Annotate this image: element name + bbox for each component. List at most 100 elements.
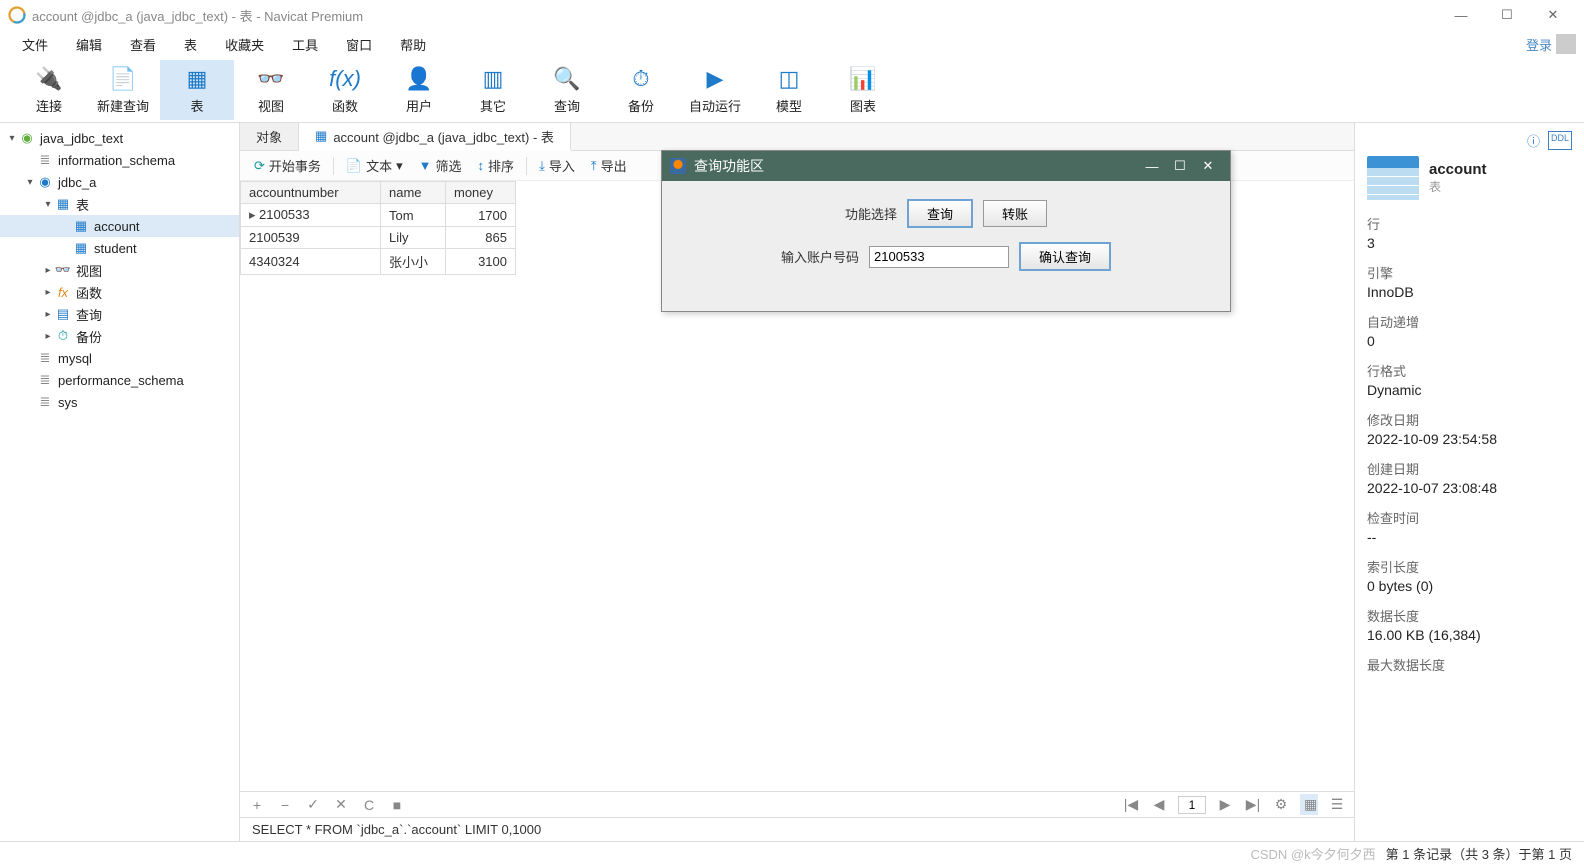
tree-item-java_jdbc_text[interactable]: ▾◉java_jdbc_text: [0, 127, 239, 149]
tree-item-备份[interactable]: ▸⏱备份: [0, 325, 239, 347]
toolbar-plug[interactable]: 🔌连接: [12, 60, 86, 120]
account-input-label: 输入账户号码: [781, 247, 859, 266]
menu-file[interactable]: 文件: [8, 31, 62, 58]
toolbar-auto[interactable]: ▶自动运行: [678, 60, 752, 120]
dialog-max-button[interactable]: ☐: [1166, 158, 1194, 174]
caret-icon[interactable]: ▾: [24, 177, 36, 188]
account-input[interactable]: [869, 246, 1009, 268]
menu-edit[interactable]: 编辑: [62, 31, 116, 58]
col-money[interactable]: money: [446, 182, 516, 204]
text-button[interactable]: 📄文本 ▾: [340, 154, 409, 177]
next-page-button[interactable]: ▶: [1216, 796, 1234, 813]
menu-tools[interactable]: 工具: [278, 31, 332, 58]
stop-button[interactable]: ■: [388, 797, 406, 813]
tree-item-account[interactable]: ▦account: [0, 215, 239, 237]
info-panel: ⓘ DDL account 表 行3引擎InnoDB自动递增0行格式Dynami…: [1354, 123, 1584, 841]
confirm-query-button[interactable]: 确认查询: [1019, 242, 1111, 271]
delete-row-button[interactable]: −: [276, 797, 294, 813]
caret-icon[interactable]: ▾: [6, 133, 18, 144]
tree-item-表[interactable]: ▾▦表: [0, 193, 239, 215]
view-icon: 👓: [54, 262, 72, 278]
tab-account-table[interactable]: ▦ account @jdbc_a (java_jdbc_text) - 表: [299, 123, 571, 151]
toolbar-user[interactable]: 👤用户: [382, 60, 456, 120]
tree-item-函数[interactable]: ▸fx函数: [0, 281, 239, 303]
cancel-button[interactable]: ✕: [332, 796, 350, 813]
settings-button[interactable]: ⚙: [1272, 796, 1290, 813]
page-input[interactable]: [1178, 796, 1206, 814]
maximize-button[interactable]: ☐: [1484, 0, 1530, 30]
tree-item-mysql[interactable]: ≣mysql: [0, 347, 239, 369]
avatar-icon[interactable]: [1556, 34, 1576, 54]
toolbar-chart[interactable]: 📊图表: [826, 60, 900, 120]
refresh-button[interactable]: C: [360, 797, 378, 813]
main-toolbar: 🔌连接📄新建查询▦表👓视图f(x)函数👤用户▥其它🔍查询⏱备份▶自动运行◫模型📊…: [0, 58, 1584, 123]
menu-window[interactable]: 窗口: [332, 31, 386, 58]
toolbar-query[interactable]: 🔍查询: [530, 60, 604, 120]
last-page-button[interactable]: ▶|: [1244, 796, 1262, 813]
menu-table[interactable]: 表: [170, 31, 211, 58]
ddl-icon[interactable]: DDL: [1548, 131, 1572, 150]
tree-item-performance_schema[interactable]: ≣performance_schema: [0, 369, 239, 391]
table-row[interactable]: ▸2100533Tom1700: [241, 204, 516, 227]
toolbar-fx[interactable]: f(x)函数: [308, 60, 382, 120]
toolbar-backup[interactable]: ⏱备份: [604, 60, 678, 120]
caret-icon[interactable]: ▾: [42, 199, 54, 210]
info-title: account: [1429, 161, 1487, 178]
tree-item-查询[interactable]: ▸▤查询: [0, 303, 239, 325]
tree-item-information_schema[interactable]: ≣information_schema: [0, 149, 239, 171]
menu-fav[interactable]: 收藏夹: [211, 31, 278, 58]
caret-icon[interactable]: ▸: [42, 287, 54, 298]
toolbar-model[interactable]: ◫模型: [752, 60, 826, 120]
menubar: 文件 编辑 查看 表 收藏夹 工具 窗口 帮助 登录: [0, 30, 1584, 58]
toolbar-table[interactable]: ▦表: [160, 60, 234, 120]
filter-button[interactable]: ▼筛选: [413, 154, 468, 177]
data-grid[interactable]: accountnumbernamemoney▸2100533Tom1700210…: [240, 181, 516, 275]
connection-tree[interactable]: ▾◉java_jdbc_text≣information_schema▾◉jdb…: [0, 123, 240, 841]
prev-page-button[interactable]: ◀: [1150, 796, 1168, 813]
query-button[interactable]: 查询: [907, 199, 973, 228]
toolbar-other[interactable]: ▥其它: [456, 60, 530, 120]
minimize-button[interactable]: —: [1438, 0, 1484, 30]
tree-item-视图[interactable]: ▸👓视图: [0, 259, 239, 281]
dialog-min-button[interactable]: —: [1138, 159, 1166, 174]
first-page-button[interactable]: |◀: [1122, 796, 1140, 813]
dialog-close-button[interactable]: ✕: [1194, 158, 1222, 174]
info-subtitle: 表: [1429, 178, 1487, 195]
table-icon: ▦: [72, 240, 90, 256]
close-button[interactable]: ✕: [1530, 0, 1576, 30]
caret-icon[interactable]: ▸: [42, 331, 54, 342]
form-view-button[interactable]: ☰: [1328, 796, 1346, 813]
info-索引长度: 索引长度0 bytes (0): [1367, 557, 1572, 594]
table-icon: ▦: [315, 128, 327, 144]
add-row-button[interactable]: +: [248, 797, 266, 813]
grid-view-button[interactable]: ▦: [1300, 794, 1318, 815]
content-tabs: 对象 ▦ account @jdbc_a (java_jdbc_text) - …: [240, 123, 1354, 151]
export-button[interactable]: ⤒导出: [585, 154, 633, 177]
toolbar-view[interactable]: 👓视图: [234, 60, 308, 120]
commit-button[interactable]: ✓: [304, 796, 322, 813]
toolbar-sheet[interactable]: 📄新建查询: [86, 60, 160, 120]
caret-icon[interactable]: ▸: [42, 265, 54, 276]
tree-item-sys[interactable]: ≣sys: [0, 391, 239, 413]
info-icon[interactable]: ⓘ: [1527, 131, 1540, 150]
dialog-titlebar[interactable]: 查询功能区 — ☐ ✕: [662, 151, 1230, 181]
caret-icon[interactable]: ▸: [42, 309, 54, 320]
col-accountnumber[interactable]: accountnumber: [241, 182, 381, 204]
col-name[interactable]: name: [381, 182, 446, 204]
menu-help[interactable]: 帮助: [386, 31, 440, 58]
transfer-button[interactable]: 转账: [983, 200, 1047, 227]
tree-item-student[interactable]: ▦student: [0, 237, 239, 259]
fx-icon: fx: [54, 284, 72, 300]
import-icon: ⤓: [539, 158, 545, 174]
begin-transaction-button[interactable]: ⟳开始事务: [248, 154, 327, 177]
login-link[interactable]: 登录: [1526, 35, 1552, 54]
tab-objects[interactable]: 对象: [240, 123, 299, 150]
table-row[interactable]: 4340324张小小3100: [241, 249, 516, 275]
info-自动递增: 自动递增0: [1367, 312, 1572, 349]
table-row[interactable]: 2100539Lily865: [241, 227, 516, 249]
menu-view[interactable]: 查看: [116, 31, 170, 58]
window-title: account @jdbc_a (java_jdbc_text) - 表 - N…: [32, 6, 1438, 25]
import-button[interactable]: ⤓导入: [533, 154, 581, 177]
sort-button[interactable]: ↕排序: [472, 154, 521, 177]
tree-item-jdbc_a[interactable]: ▾◉jdbc_a: [0, 171, 239, 193]
